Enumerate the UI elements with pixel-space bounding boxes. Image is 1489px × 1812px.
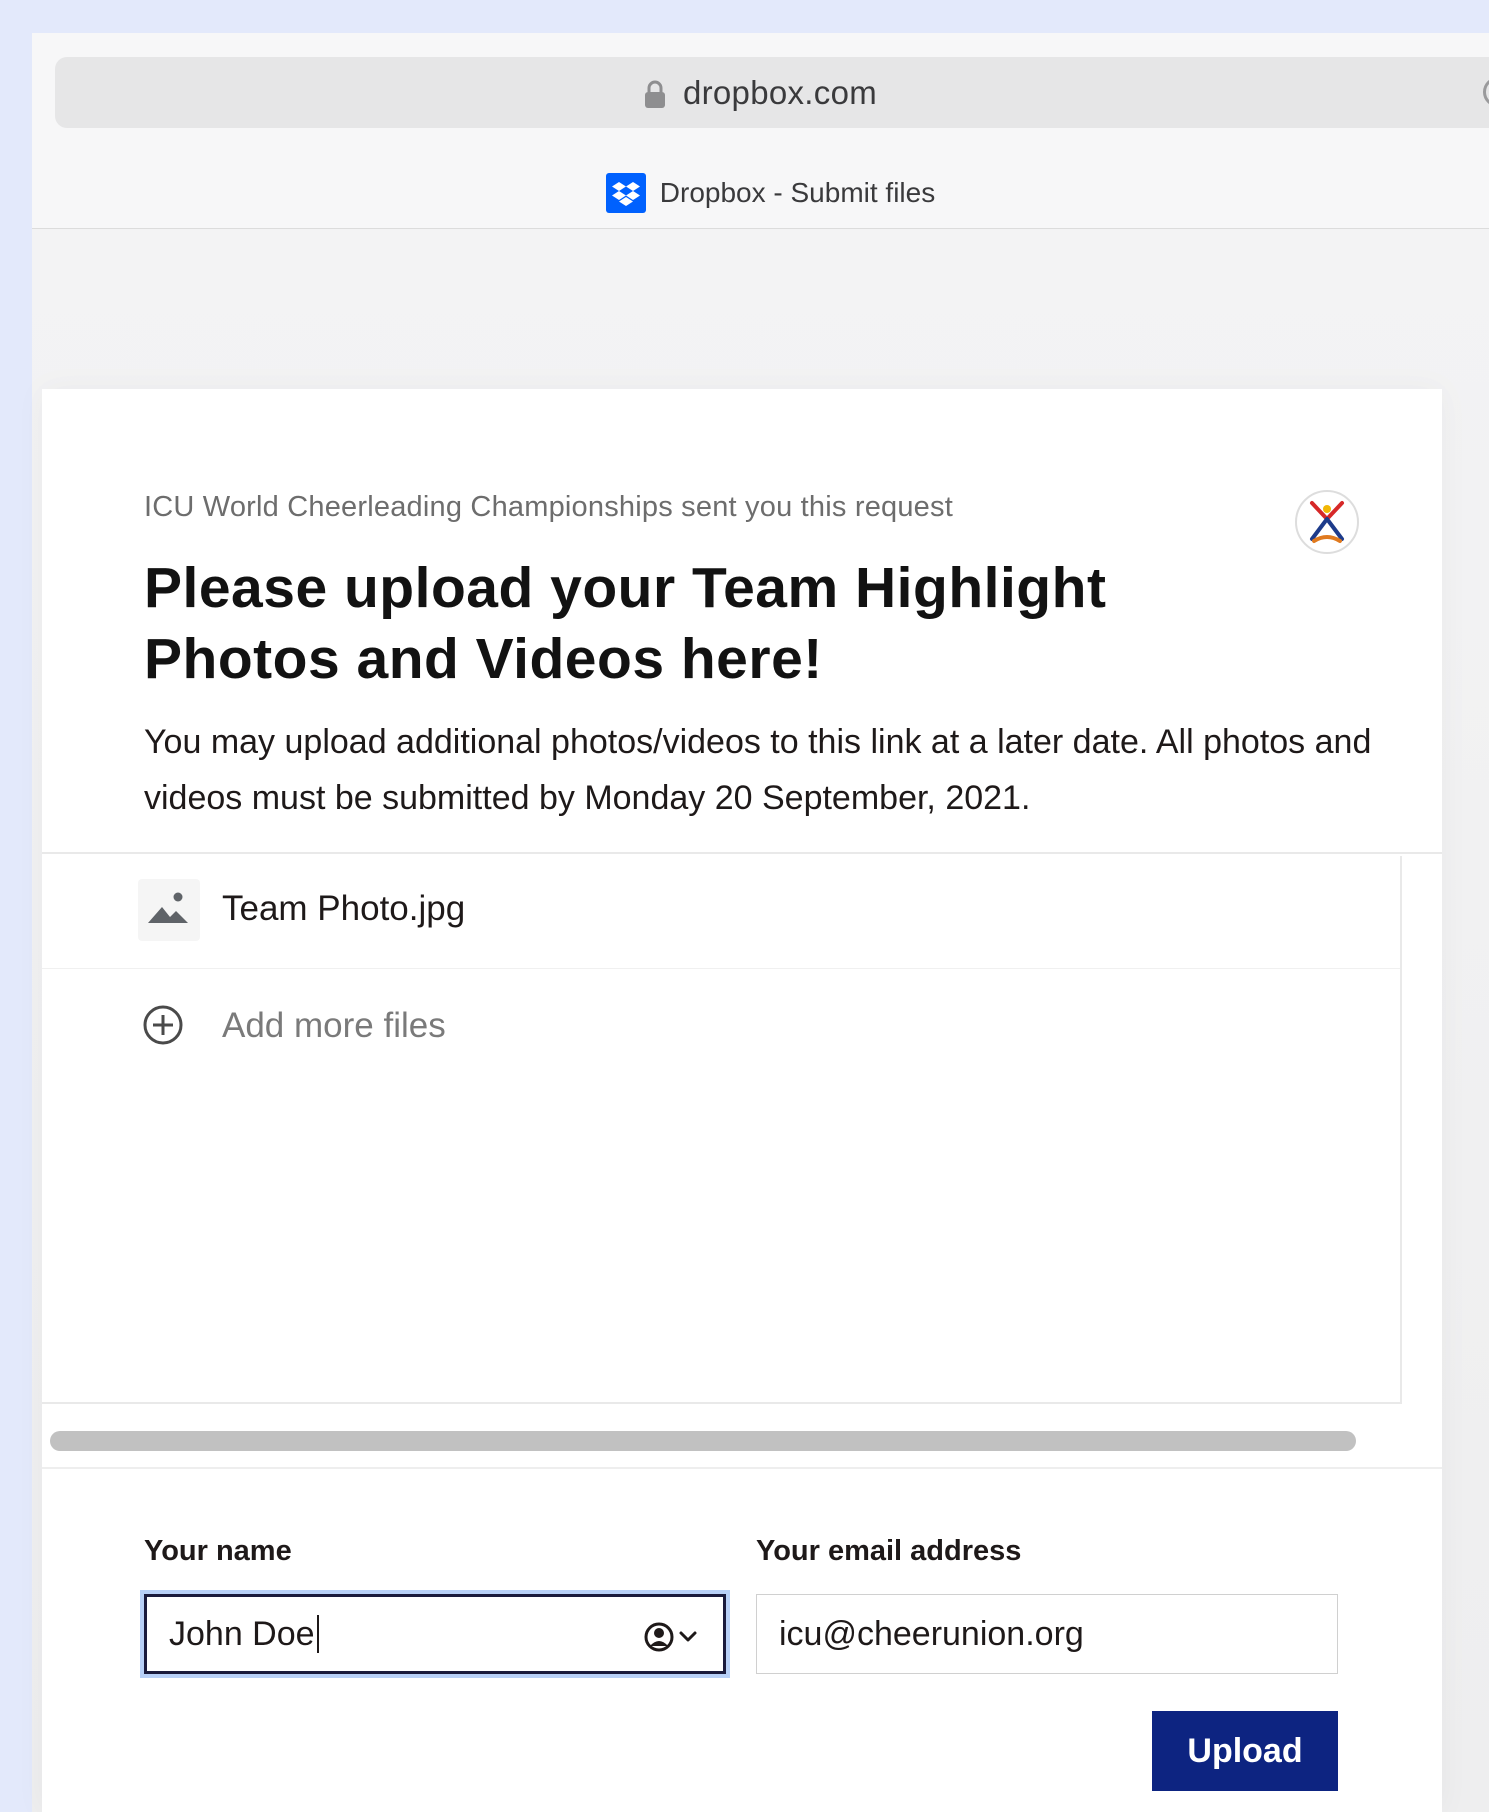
tab-dropbox[interactable]: Dropbox - Submit files [32, 173, 1489, 213]
dropbox-favicon-icon [605, 173, 646, 213]
contact-autofill-icon[interactable] [643, 1621, 701, 1653]
name-input-value: John Doe [169, 1614, 315, 1653]
browser-toolbar: dropbox.com Dropbox - Submit files [32, 33, 1489, 229]
address-bar[interactable]: dropbox.com [55, 57, 1489, 128]
image-icon [138, 879, 200, 941]
request-description: You may upload additional photos/videos … [144, 723, 1372, 817]
name-label: Your name [144, 1535, 292, 1567]
file-row[interactable]: Team Photo.jpg [42, 856, 1400, 969]
tab-title: Dropbox - Submit files [659, 177, 936, 208]
upload-button[interactable]: Upload [1152, 1711, 1338, 1791]
file-request-card: ICU World Cheerleading Championships sen… [42, 389, 1442, 1812]
submitter-form: Your name Your email address John Doe ic… [42, 1467, 1442, 1812]
plus-circle-icon [142, 1004, 184, 1046]
file-list: Team Photo.jpg Add more files [42, 856, 1402, 1404]
name-input[interactable]: John Doe [144, 1594, 726, 1674]
email-input[interactable]: icu@cheerunion.org [756, 1594, 1338, 1674]
url-text: dropbox.com [682, 73, 878, 111]
email-input-value: icu@cheerunion.org [779, 1614, 1084, 1653]
page-title: Please upload your Team Highlight Photos… [144, 556, 1107, 691]
file-name: Team Photo.jpg [222, 889, 466, 928]
sender-line: ICU World Cheerleading Championships sen… [144, 491, 953, 523]
lock-icon [643, 79, 667, 109]
email-label: Your email address [756, 1535, 1022, 1567]
text-caret [316, 1615, 319, 1653]
add-more-files-button[interactable]: Add more files [42, 970, 1400, 1080]
add-more-files-label: Add more files [222, 1006, 446, 1045]
request-header: ICU World Cheerleading Championships sen… [42, 389, 1442, 854]
icu-logo-icon [1294, 489, 1360, 555]
horizontal-scrollbar[interactable] [50, 1431, 1356, 1451]
